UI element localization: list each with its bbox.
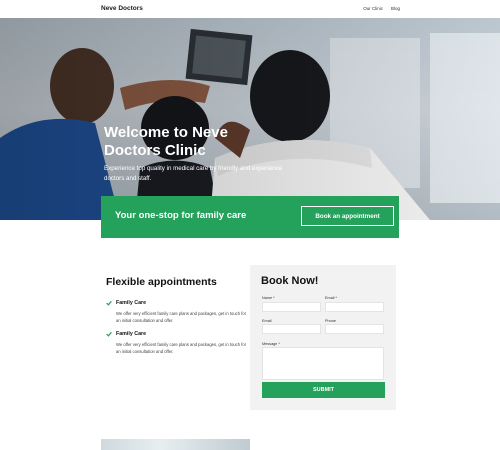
message-textarea[interactable]	[262, 347, 384, 380]
appointments-title: Flexible appointments	[106, 276, 217, 288]
site-logo[interactable]: Neve Doctors	[101, 5, 143, 12]
feature-description: We offer very efficient family care plan…	[116, 311, 247, 323]
email-label: Email *	[325, 296, 338, 300]
site-header: Neve Doctors Our Clinic Blog	[0, 0, 500, 18]
booking-title: Book Now!	[261, 275, 319, 287]
cta-band: Your one-stop for family care Book an ap…	[101, 196, 399, 238]
email-input[interactable]	[325, 302, 384, 312]
main-nav: Our Clinic Blog	[363, 6, 400, 11]
bottom-image	[101, 439, 250, 450]
hero-title: Welcome to Neve Doctors Clinic	[104, 124, 228, 159]
feature-description: We offer very efficient family care plan…	[116, 342, 247, 354]
feature-title: Family Care	[116, 331, 147, 337]
name-label: Name *	[262, 296, 275, 300]
phone-label: Phone	[325, 319, 336, 323]
emailfield-label: Email	[262, 319, 272, 323]
check-icon	[106, 300, 112, 306]
message-label: Message *	[262, 342, 280, 346]
hero-subtitle: Experience top quality in medical care b…	[104, 165, 283, 182]
submit-button[interactable]: SUBMIT	[262, 382, 385, 398]
email-field[interactable]	[262, 324, 321, 334]
nav-our-clinic[interactable]: Our Clinic	[363, 6, 383, 11]
name-input[interactable]	[262, 302, 321, 312]
phone-input[interactable]	[325, 324, 384, 334]
nav-blog[interactable]: Blog	[391, 6, 400, 11]
book-appointment-button[interactable]: Book an appointment	[301, 206, 394, 226]
feature-title: Family Care	[116, 300, 147, 306]
booking-form: Book Now! Name * Email * Email Phone Mes…	[250, 265, 396, 410]
check-icon	[106, 331, 112, 337]
hero-section: Welcome to Neve Doctors Clinic Experienc…	[0, 18, 500, 220]
cta-text: Your one-stop for family care	[115, 210, 247, 221]
